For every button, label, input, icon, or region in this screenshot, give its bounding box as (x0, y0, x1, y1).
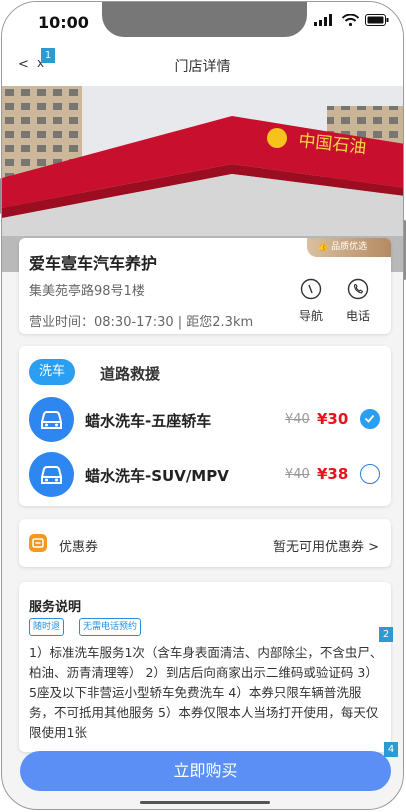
store-hours: 营业时间：08:30-17:30 | 距您2.3km (29, 315, 254, 330)
sale-price: ¥38 (317, 465, 349, 483)
coupon-status[interactable]: 暂无可用优惠券 > (273, 536, 379, 555)
description-text: 1）标准洗车服务1次（含车身表面清洁、内部除尘，不含虫尸、 柏油、沥青清理等） … (29, 645, 383, 740)
phone-icon (347, 278, 369, 300)
call-button[interactable]: 电话 (341, 278, 375, 324)
description-title: 服务说明 (29, 600, 82, 615)
quality-badge: 👍 品质优选 (307, 238, 391, 257)
annotation-marker-1: 1 (41, 48, 55, 63)
notch (102, 2, 307, 37)
buy-now-button[interactable]: 立即购买 (20, 751, 391, 791)
service-item[interactable]: 蜡水洗车-SUV/MPV ¥40 ¥38 (19, 452, 391, 498)
coupon-label: 优惠券 (59, 540, 99, 555)
call-label: 电话 (345, 309, 370, 323)
tag-no-call-booking: 无需电话预约 (79, 618, 142, 636)
coupon-icon (29, 534, 47, 552)
wifi-icon (342, 14, 359, 26)
navigate-label: 导航 (298, 309, 323, 323)
store-info-card: 爱车壹车汽车养护 👍 品质优选 集美苑亭路98号1楼 营业时间：08:30-17… (19, 238, 391, 334)
phone-frame: 10:00 < x 门店详情 中国石油 1 2 4 爱车壹车汽车养护 👍 品质优… (1, 1, 404, 810)
service-description-card: 服务说明 随时退 无需电话预约 1）标准洗车服务1次（含车身表面清洁、内部除尘，… (19, 582, 391, 752)
car-icon (29, 452, 74, 497)
select-radio[interactable] (360, 464, 380, 484)
service-card: 洗车 道路救援 蜡水洗车-五座轿车 ¥40 ¥30 蜡水洗车-SUV/MPV ¥… (19, 346, 391, 506)
store-address: 集美苑亭路98号1楼 (29, 284, 145, 299)
service-name: 蜡水洗车-五座轿车 (85, 412, 212, 430)
signal-icon (314, 14, 332, 26)
sale-price: ¥30 (317, 410, 349, 428)
coupon-row[interactable]: 优惠券 暂无可用优惠券 > (19, 519, 391, 567)
thumbs-up-icon: 👍 (317, 242, 329, 252)
service-name: 蜡水洗车-SUV/MPV (85, 467, 229, 485)
compass-icon (300, 278, 322, 300)
navigate-button[interactable]: 导航 (294, 278, 328, 324)
check-icon (364, 414, 375, 423)
annotation-marker-2: 2 (379, 627, 393, 642)
tag-refund-anytime: 随时退 (29, 618, 65, 636)
badge-label: 品质优选 (331, 242, 368, 252)
status-bar: 10:00 (2, 2, 403, 42)
tab-car-wash[interactable]: 洗车 (29, 359, 75, 385)
tab-road-rescue[interactable]: 道路救援 (100, 363, 160, 384)
original-price: ¥40 (285, 412, 310, 427)
status-time: 10:00 (38, 13, 89, 32)
home-indicator (140, 801, 270, 804)
page-title: 门店详情 (174, 59, 231, 75)
battery-icon (365, 14, 389, 26)
annotation-marker-3: 3 (395, 2, 403, 11)
car-icon (29, 397, 74, 442)
store-name: 爱车壹车汽车养护 (29, 254, 158, 273)
nav-bar: < x 门店详情 (2, 42, 403, 86)
annotation-marker-4: 4 (384, 742, 398, 757)
service-item[interactable]: 蜡水洗车-五座轿车 ¥40 ¥30 (19, 397, 391, 443)
select-radio-checked[interactable] (360, 409, 380, 429)
status-icons (314, 14, 389, 26)
original-price: ¥40 (285, 467, 310, 482)
